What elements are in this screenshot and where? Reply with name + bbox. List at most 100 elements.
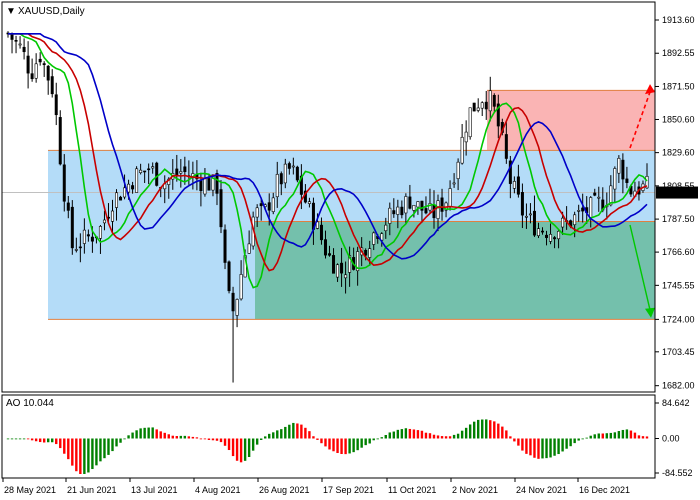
price-tick-label: 1766.60: [662, 247, 695, 257]
candle-body: [364, 249, 368, 256]
ao-bar: [288, 424, 291, 439]
candle-body: [472, 102, 476, 112]
ao-bar: [312, 436, 315, 439]
time-tick-label: 24 Nov 2021: [516, 485, 567, 495]
ao-bar: [34, 438, 38, 442]
ao-bar: [264, 436, 267, 439]
candle-body: [440, 197, 444, 212]
ao-bar: [111, 438, 114, 452]
candle-body: [613, 168, 617, 190]
indicator-pane-border: [1, 394, 656, 479]
candle-body: [147, 168, 151, 171]
candle-body: [573, 214, 577, 226]
ao-bar: [392, 431, 396, 439]
ao-bar: [328, 438, 331, 450]
candle-body: [151, 166, 155, 169]
candle-body: [388, 207, 392, 224]
candle-body: [516, 176, 520, 195]
ao-bar: [621, 429, 625, 439]
ao-bar: [505, 430, 508, 439]
ao-bar: [151, 427, 154, 439]
ao-bar: [569, 438, 572, 447]
ao-bar: [316, 438, 319, 440]
candle-body: [239, 274, 243, 300]
ao-bar: [223, 438, 227, 446]
ao-bar: [348, 438, 351, 454]
ao-bar: [115, 438, 118, 447]
price-tick-label: 1745.55: [662, 280, 695, 290]
ao-bar: [533, 438, 536, 458]
ao-bar: [485, 419, 488, 439]
candle-body: [581, 207, 585, 212]
candle-body: [328, 253, 332, 256]
candle-body: [58, 117, 62, 165]
candle-body: [66, 202, 70, 211]
time-tick-label: 26 Aug 2021: [259, 485, 310, 495]
candle-body: [179, 171, 183, 174]
ao-bar: [259, 438, 263, 440]
ao-bar: [340, 438, 343, 454]
candle-body: [412, 205, 416, 211]
ao-bar: [541, 438, 544, 459]
candle-body: [400, 206, 404, 216]
candle-body: [557, 231, 561, 240]
candle-body: [396, 206, 400, 215]
candle-body: [155, 162, 159, 186]
time-tick-label: 28 May 2021: [4, 485, 56, 495]
ao-bar: [75, 438, 78, 472]
ao-bar: [231, 438, 235, 457]
ao-bar: [468, 424, 472, 439]
ao-bar: [585, 437, 588, 439]
ao-bar: [589, 435, 592, 439]
ao-bar: [396, 429, 400, 439]
ao-bar: [79, 438, 82, 474]
ao-bar: [412, 429, 416, 439]
ao-tick-label: 0.00: [662, 434, 680, 444]
ao-bar: [280, 429, 283, 439]
candle-body: [115, 192, 119, 208]
price-tick-label: 1724.00: [662, 314, 695, 324]
candle-body: [520, 192, 524, 216]
candle-body: [90, 236, 94, 242]
price-tick-label: 1892.55: [662, 48, 695, 58]
ao-bar: [605, 433, 609, 439]
ao-bar: [456, 433, 460, 439]
symbol-label: XAUUSD,Daily: [18, 6, 85, 17]
ao-bar: [195, 437, 199, 439]
price-tick-label: 1850.60: [662, 114, 695, 124]
ao-bar: [235, 438, 239, 461]
candle-body: [102, 219, 106, 224]
candle-body: [416, 201, 420, 208]
ao-bar: [561, 438, 564, 452]
candle-body: [70, 206, 74, 249]
candle-body: [135, 168, 139, 193]
candle-body: [183, 166, 187, 173]
ao-bar: [617, 431, 621, 439]
ao-bar: [481, 419, 484, 439]
price-tick-label: 1871.50: [662, 81, 695, 91]
ao-bar: [352, 438, 355, 453]
candle-body: [235, 299, 239, 316]
ao-bar: [545, 438, 548, 459]
trading-chart[interactable]: ▼ XAUUSD,Daily 1913.60 1892.55 1871.50 1850.6…: [0, 0, 700, 500]
ao-bar: [424, 432, 428, 439]
ao-histogram: [6, 419, 649, 474]
ao-bar: [127, 435, 130, 439]
ao-bar: [38, 438, 42, 443]
candle-body: [223, 229, 227, 263]
candle-body: [207, 178, 211, 191]
ao-bar: [119, 438, 122, 443]
ao-bar: [376, 438, 379, 440]
ao-tick-label: -84.552: [662, 468, 693, 478]
candle-body: [323, 239, 327, 256]
candle-body: [271, 197, 275, 212]
ao-bar: [436, 435, 440, 439]
ao-bar: [199, 438, 203, 440]
ao-bar: [272, 432, 275, 439]
ao-bar: [380, 437, 383, 439]
ao-bar: [30, 438, 34, 441]
ao-bar: [440, 436, 444, 439]
candle-body: [336, 264, 340, 278]
ao-bar: [284, 426, 287, 439]
candle-body: [199, 179, 203, 192]
